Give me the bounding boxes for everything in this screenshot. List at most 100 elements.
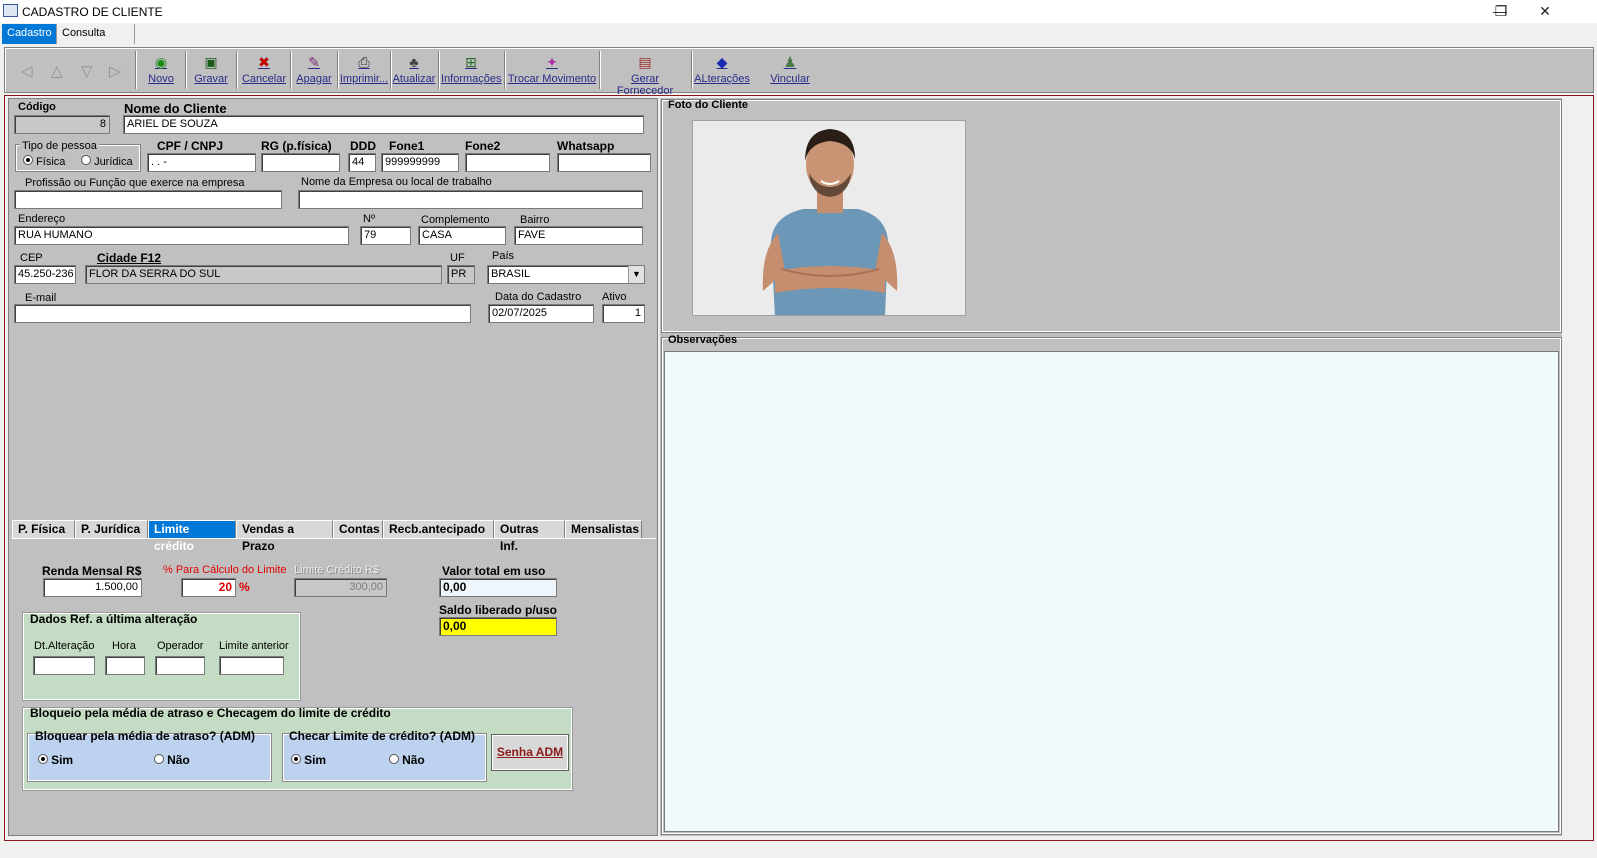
bloquear-label: Bloquear pela média de atraso? (ADM): [35, 729, 256, 743]
last-record-icon[interactable]: ▷: [109, 62, 121, 80]
checar-label: Checar Limite de crédito? (ADM): [289, 729, 476, 743]
endereco-field[interactable]: RUA HUMANO: [14, 226, 349, 245]
data-cadastro-field[interactable]: 02/07/2025: [488, 304, 594, 323]
empresa-label: Nome da Empresa ou local de trabalho: [301, 176, 492, 188]
bairro-label: Bairro: [520, 214, 550, 226]
first-record-icon[interactable]: ◁: [21, 62, 33, 80]
fone1-field[interactable]: 999999999: [381, 153, 459, 172]
gerar-fornecedor-button[interactable]: ▤ Gerar Fornecedor: [602, 54, 688, 97]
rg-label: RG (p.física): [261, 139, 332, 153]
client-form-panel: Código 8 Nome do Cliente ARIEL DE SOUZA …: [8, 98, 658, 836]
bloqueio-title: Bloqueio pela média de atraso e Checagem…: [30, 706, 391, 720]
uf-field[interactable]: PR: [447, 265, 475, 284]
fone1-label: Fone1: [389, 139, 425, 153]
profissao-field[interactable]: [14, 190, 282, 209]
tab-recb-antecipado[interactable]: Recb.antecipado: [383, 520, 494, 538]
operador-label: Operador: [157, 640, 204, 652]
cidade-field[interactable]: FLOR DA SERRA DO SUL: [85, 265, 442, 284]
vincular-button[interactable]: ♟ Vincular: [769, 54, 811, 90]
toolbar-separator: [290, 51, 292, 89]
toolbar-separator: [185, 51, 187, 89]
dt-alteracao-field[interactable]: [33, 656, 95, 675]
hora-field[interactable]: [105, 656, 145, 675]
whatsapp-field[interactable]: [557, 153, 651, 172]
ativo-field[interactable]: 1: [602, 304, 645, 323]
pais-value: BRASIL: [491, 268, 531, 280]
email-label: E-mail: [25, 292, 57, 304]
cpf-label: CPF / CNPJ: [157, 139, 224, 153]
tab-p-fisica[interactable]: P. Física: [12, 520, 75, 538]
checar-nao-radio[interactable]: Não: [389, 753, 425, 767]
uso-label: Valor total em uso: [442, 564, 546, 578]
cidade-label[interactable]: Cidade F12: [97, 251, 161, 265]
complemento-label: Complemento: [421, 214, 490, 226]
apagar-button[interactable]: ✎ Apagar: [293, 54, 335, 90]
cep-field[interactable]: 45.250-236: [14, 265, 76, 284]
info-icon: ⊞: [465, 54, 477, 70]
fisica-radio[interactable]: Física: [23, 155, 65, 168]
hora-label: Hora: [112, 640, 136, 652]
fone2-label: Fone2: [465, 139, 501, 153]
restore-button[interactable]: ❐: [1481, 0, 1521, 23]
perc-field[interactable]: 20: [181, 578, 236, 597]
obs-textarea[interactable]: [664, 351, 1559, 832]
renda-field[interactable]: 1.500,00: [43, 578, 142, 597]
email-field[interactable]: [14, 304, 471, 323]
toolbar-separator: [438, 51, 440, 89]
bairro-field[interactable]: FAVE: [514, 226, 643, 245]
renda-label: Renda Mensal R$: [42, 564, 142, 578]
tab-cadastro[interactable]: Cadastro: [2, 24, 57, 44]
bloquear-nao-radio[interactable]: Não: [154, 753, 190, 767]
profissao-label: Profissão ou Função que exerce na empres…: [25, 177, 245, 189]
toolbar-separator: [599, 51, 601, 89]
complemento-field[interactable]: CASA: [418, 226, 506, 245]
perc-label: % Para Cálculo do Limite: [163, 564, 287, 576]
cancelar-button[interactable]: ✖ Cancelar: [241, 54, 287, 90]
tab-vendas-prazo[interactable]: Vendas a Prazo: [236, 520, 333, 553]
imprimir-button[interactable]: ⎙ Imprimir...: [339, 54, 389, 90]
tab-contas[interactable]: Contas: [333, 520, 383, 538]
operador-field[interactable]: [155, 656, 205, 675]
trocar-movimento-button[interactable]: ✦ Trocar Movimento: [507, 54, 597, 90]
prev-record-icon[interactable]: △: [51, 62, 63, 80]
bloquear-nao-dot: [154, 754, 164, 764]
rg-field[interactable]: [261, 153, 340, 172]
senha-adm-button[interactable]: Senha ADM: [491, 734, 569, 771]
window-title: CADASTRO DE CLIENTE: [22, 5, 163, 19]
right-panel: Foto do Cliente Observações: [660, 98, 1562, 836]
alteracoes-button[interactable]: ◆ ALterações: [694, 54, 750, 90]
atualizar-button[interactable]: ♣ Atualizar: [392, 54, 436, 90]
juridica-radio[interactable]: Jurídica: [81, 155, 133, 168]
tab-limite-credito[interactable]: Limite crédito: [148, 520, 236, 553]
document-icon: ▤: [638, 54, 652, 70]
cpf-field[interactable]: . . -: [147, 153, 256, 172]
informacoes-button[interactable]: ⊞ Informações: [441, 54, 502, 90]
nome-field[interactable]: ARIEL DE SOUZA: [123, 115, 644, 134]
dt-alteracao-label: Dt.Alteração: [34, 640, 95, 652]
perc-symbol: %: [239, 580, 250, 594]
tab-outras-inf[interactable]: Outras Inf.: [494, 520, 565, 553]
close-button[interactable]: ✕: [1525, 0, 1565, 23]
client-photo[interactable]: [692, 120, 966, 316]
people-icon: ♣: [409, 54, 419, 70]
limite-anterior-field[interactable]: [219, 656, 284, 675]
numero-label: Nº: [363, 213, 375, 225]
checar-sim-radio[interactable]: Sim: [291, 753, 326, 767]
novo-button[interactable]: ◉ Novo: [143, 54, 179, 90]
gravar-button[interactable]: ▣ Gravar: [191, 54, 231, 90]
tab-p-juridica[interactable]: P. Jurídica: [75, 520, 148, 538]
tab-mensalistas[interactable]: Mensalistas: [565, 520, 642, 538]
toolbar: ◁ △ ▽ ▷ ◉ Novo ▣ Gravar ✖ Cancelar ✎ Apagar …: [4, 47, 1594, 97]
numero-field[interactable]: 79: [360, 226, 411, 245]
tab-consulta-geral[interactable]: Consulta Geral: [57, 24, 135, 58]
fone2-field[interactable]: [465, 153, 550, 172]
sparkle-icon: ✦: [546, 54, 558, 70]
codigo-field[interactable]: 8: [14, 115, 110, 134]
pais-select[interactable]: BRASIL ▼: [487, 265, 645, 284]
empresa-field[interactable]: [298, 190, 643, 209]
chevron-down-icon[interactable]: ▼: [628, 266, 644, 283]
ddd-field[interactable]: 44: [348, 153, 376, 172]
title-bar: CADASTRO DE CLIENTE — ❐ ✕: [0, 0, 1597, 23]
next-record-icon[interactable]: ▽: [81, 62, 93, 80]
bloquear-sim-radio[interactable]: Sim: [38, 753, 73, 767]
